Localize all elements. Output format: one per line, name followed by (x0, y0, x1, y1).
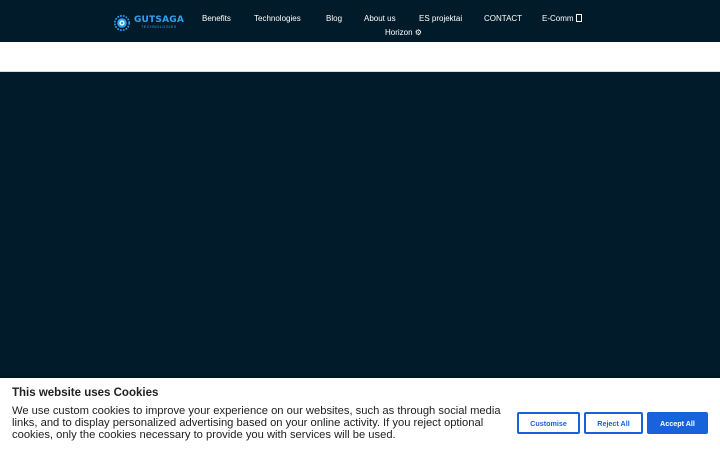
nav-item-horizon[interactable]: Horizon ⚙ (385, 28, 422, 37)
cookie-banner: This website uses Cookies We use custom … (0, 378, 720, 450)
accept-all-button[interactable]: Accept All (647, 412, 708, 434)
nav-item-es-projektai[interactable]: ES projektai (419, 14, 462, 23)
cookie-banner-title: This website uses Cookies (12, 387, 159, 399)
nav-item-e-comm-label: E-Comm (542, 14, 574, 23)
customise-button[interactable]: Customise (517, 412, 580, 434)
brand-logo[interactable]: GUTSAGA TECHNOLOGIES (114, 12, 184, 34)
nav-item-about-us[interactable]: About us (364, 14, 396, 23)
site-header: GUTSAGA TECHNOLOGIES Benefits Technologi… (0, 0, 720, 42)
square-glyph-icon (575, 14, 582, 22)
brand-subtitle: TECHNOLOGIES (141, 25, 177, 30)
nav-item-e-comm[interactable]: E-Comm (542, 14, 582, 23)
nav-item-technologies[interactable]: Technologies (254, 14, 301, 23)
logo-text: GUTSAGA TECHNOLOGIES (134, 16, 184, 30)
page: GUTSAGA TECHNOLOGIES Benefits Technologi… (0, 0, 720, 450)
nav-item-contact[interactable]: CONTACT (484, 14, 522, 23)
nav-item-blog[interactable]: Blog (326, 14, 342, 23)
hero-section (0, 72, 720, 378)
white-banner-strip (0, 42, 720, 72)
nav-item-benefits[interactable]: Benefits (202, 14, 231, 23)
cookie-banner-text: We use custom cookies to improve your ex… (12, 405, 501, 441)
reject-all-button[interactable]: Reject All (584, 412, 643, 434)
brand-name: GUTSAGA (133, 15, 184, 26)
gear-logo-icon (114, 15, 130, 31)
